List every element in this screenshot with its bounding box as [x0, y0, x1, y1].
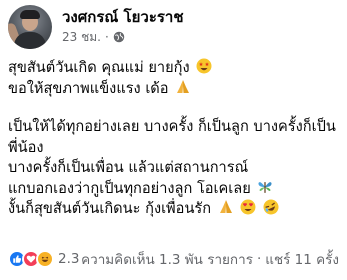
- star-struck-icon: [196, 58, 212, 74]
- shares-count-link[interactable]: แชร์ 11 ครั้ง: [265, 248, 339, 270]
- folded-hands-icon: [177, 79, 190, 93]
- globe-icon[interactable]: [113, 31, 125, 43]
- post-subline: 23 ชม. ·: [62, 29, 184, 45]
- subline-separator: ·: [104, 30, 109, 44]
- heart-eyes-icon: [240, 199, 256, 215]
- post-body: สุขสันต์วันเกิด คุณแม่ ยายกุ้ง ขอให้สุขภ…: [8, 58, 340, 220]
- post-line-7: งั้นก็สุขสันต์วันเกิดนะ กุ้งเพื่อนรัก: [8, 199, 340, 220]
- author-name[interactable]: วงศกรณ์ โยวะราช: [62, 7, 184, 27]
- butterfly-icon: [258, 181, 272, 193]
- post-line-5: บางครั้งก็เป็นเพื่อน แล้วแต่สถานการณ์: [8, 159, 249, 176]
- folded-hands-icon: [219, 200, 232, 213]
- post-stats: ความคิดเห็น 1.3 พัน รายการ · แชร์ 11 ครั…: [81, 248, 339, 270]
- facebook-post: วงศกรณ์ โยวะราช 23 ชม. · สุขสันต์วันเกิด…: [0, 0, 347, 280]
- post-header: วงศกรณ์ โยวะราช 23 ชม. ·: [8, 5, 184, 49]
- post-line-6: แกบอกเองว่ากูเป็นทุกอย่างลูก โอเคเลย: [8, 179, 340, 200]
- reaction-count: 2.3: [58, 251, 80, 267]
- post-line-1: สุขสันต์วันเกิด คุณแม่ ยายกุ้ง: [8, 58, 340, 79]
- rofl-icon: [263, 199, 279, 215]
- post-footer: 2.3 ความคิดเห็น 1.3 พัน รายการ · แชร์ 11…: [8, 248, 339, 270]
- author-avatar[interactable]: [8, 5, 52, 49]
- post-line-4: พี่น้อง: [8, 138, 44, 156]
- comments-count-link[interactable]: ความคิดเห็น 1.3 พัน รายการ: [81, 248, 253, 270]
- stats-separator: ·: [256, 251, 262, 267]
- post-timestamp[interactable]: 23 ชม.: [62, 29, 101, 45]
- reaction-summary[interactable]: 2.3: [8, 250, 79, 268]
- haha-icon: [36, 250, 54, 268]
- post-line-3: เป็นให้ได้ทุกอย่างเลย บางครั้ง ก็เป็นลูก…: [8, 118, 336, 135]
- post-meta: วงศกรณ์ โยวะราช 23 ชม. ·: [62, 5, 184, 45]
- post-line-2: ขอให้สุขภาพแข็งแรง เด้อ: [8, 79, 340, 100]
